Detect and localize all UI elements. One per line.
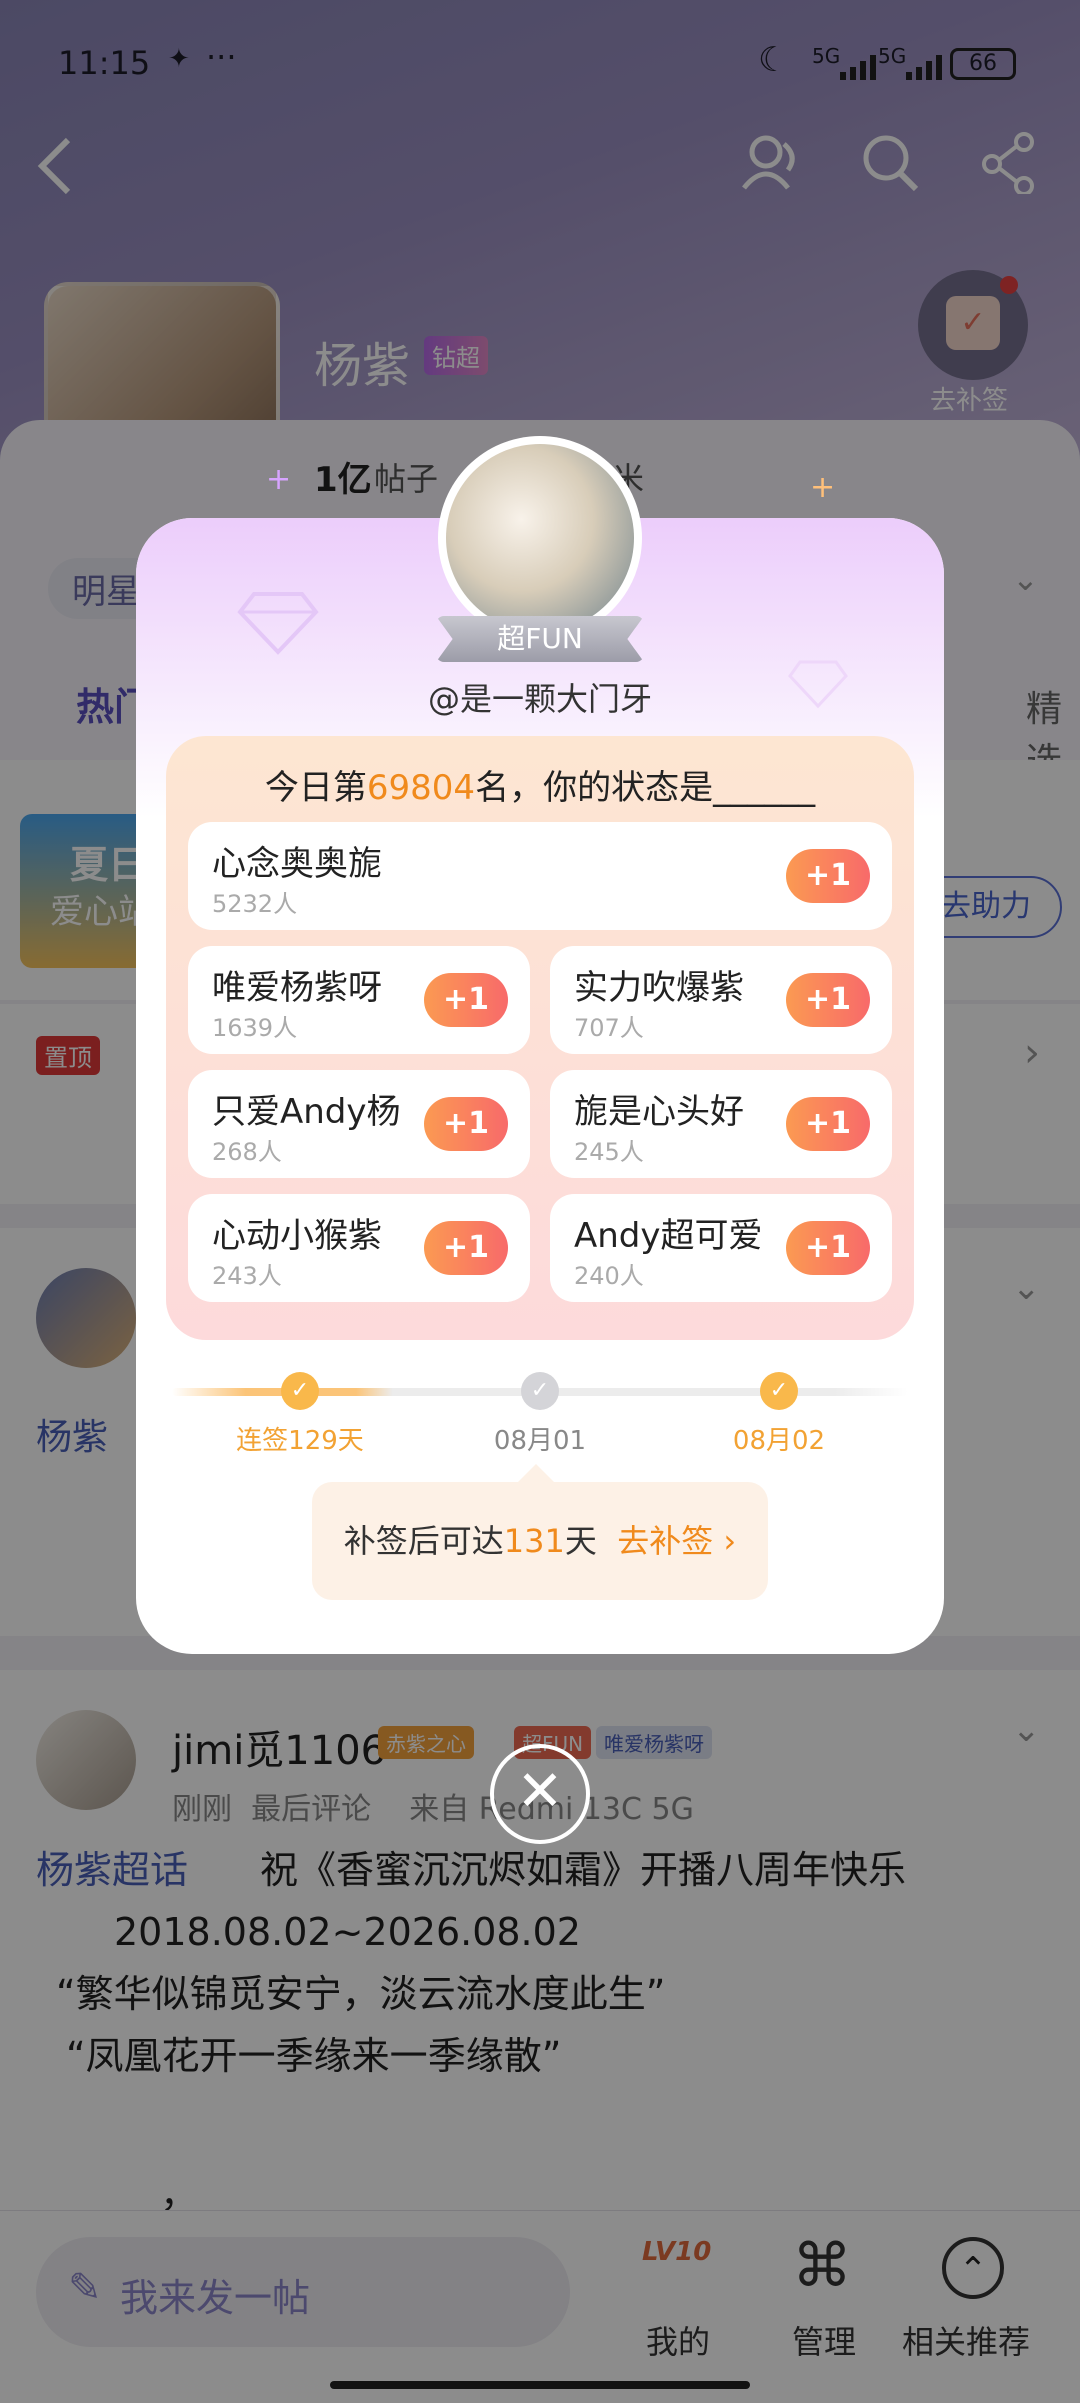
status-option-count: 707人 xyxy=(574,1014,644,1042)
checkin-done-icon: ✓ xyxy=(281,1372,319,1410)
timeline-label-missed: 08月01 xyxy=(493,1426,587,1456)
sparkle-icon: + xyxy=(266,462,292,497)
plus-one-button[interactable]: +1 xyxy=(786,849,870,903)
status-option[interactable]: 实力吹爆紫 707人 +1 xyxy=(550,946,892,1054)
tip-days: 131 xyxy=(503,1522,565,1560)
super-fun-ribbon: 超FUN xyxy=(436,616,644,662)
rank-number: 69804 xyxy=(366,768,476,808)
status-vote-panel: 今日第69804名，你的状态是______ 心念奥奥旎 5232人 +1 唯爱杨… xyxy=(166,736,914,1340)
sparkle-icon: + xyxy=(810,470,836,505)
status-option[interactable]: 心念奥奥旎 5232人 +1 xyxy=(188,822,892,930)
timeline-label-streak: 连签129天 xyxy=(236,1426,364,1456)
plus-one-button[interactable]: +1 xyxy=(786,1221,870,1275)
status-option-count: 268人 xyxy=(212,1138,282,1166)
status-option-count: 245人 xyxy=(574,1138,644,1166)
user-avatar xyxy=(438,436,642,640)
status-option-count: 1639人 xyxy=(212,1014,298,1042)
status-option-label: 实力吹爆紫 xyxy=(574,968,744,1008)
status-option-count: 243人 xyxy=(212,1262,282,1290)
makeup-checkin-tip: 补签后可达131天 去补签 › xyxy=(312,1464,768,1600)
diamond-icon xyxy=(237,592,319,655)
status-option[interactable]: Andy超可爱 240人 +1 xyxy=(550,1194,892,1302)
status-option-label: 唯爱杨紫呀 xyxy=(212,968,382,1008)
username: @是一颗大门牙 xyxy=(427,680,652,718)
checkin-done-icon: ✓ xyxy=(760,1372,798,1410)
plus-one-button[interactable]: +1 xyxy=(424,1221,508,1275)
status-option-count: 5232人 xyxy=(212,890,298,918)
close-button[interactable]: ✕ xyxy=(490,1744,590,1844)
status-option[interactable]: 唯爱杨紫呀 1639人 +1 xyxy=(188,946,530,1054)
status-option[interactable]: 只爱Andy杨 268人 +1 xyxy=(188,1070,530,1178)
makeup-checkin-link[interactable]: 去补签 › xyxy=(617,1522,736,1560)
checkin-status-modal: 超FUN @是一颗大门牙 今日第69804名，你的状态是______ 心念奥奥旎… xyxy=(136,436,944,1654)
status-option-label: Andy超可爱 xyxy=(574,1216,763,1256)
status-option-label: 心动小猴紫 xyxy=(212,1216,382,1256)
rank-title: 今日第69804名，你的状态是______ xyxy=(264,768,816,808)
plus-one-button[interactable]: +1 xyxy=(786,1097,870,1151)
plus-one-button[interactable]: +1 xyxy=(424,1097,508,1151)
timeline-label-today: 08月02 xyxy=(732,1426,826,1456)
status-option[interactable]: 旎是心头好 245人 +1 xyxy=(550,1070,892,1178)
status-option-label: 旎是心头好 xyxy=(574,1092,744,1132)
plus-one-button[interactable]: +1 xyxy=(424,973,508,1027)
status-option-label: 心念奥奥旎 xyxy=(212,844,382,884)
status-option[interactable]: 心动小猴紫 243人 +1 xyxy=(188,1194,530,1302)
checkin-missed-icon: ✓ xyxy=(521,1372,559,1410)
status-option-label: 只爱Andy杨 xyxy=(212,1092,401,1132)
status-option-count: 240人 xyxy=(574,1262,644,1290)
plus-one-button[interactable]: +1 xyxy=(786,973,870,1027)
